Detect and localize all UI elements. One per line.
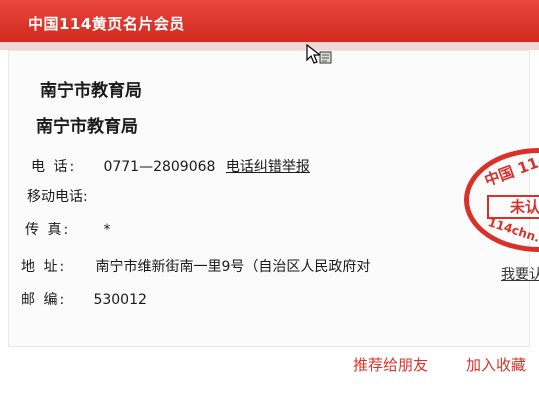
company-name-secondary: 南宁市教育局 <box>36 117 138 137</box>
stamp-bottom-text: 114chn. <box>486 215 539 245</box>
postcode-value: 530012 <box>93 292 147 308</box>
add-to-favorites-link[interactable]: 加入收藏 <box>466 354 526 375</box>
stamp-middle-text: 未认 <box>487 195 539 219</box>
header-title: 中国114黄页名片会员 <box>28 15 185 33</box>
postcode-row: 邮 编: 530012 <box>21 289 147 309</box>
phone-label: 电 话: <box>31 159 77 175</box>
mobile-label: 移动电话: <box>27 189 88 205</box>
fax-label: 传 真: <box>25 222 71 238</box>
phone-row: 电 话: 0771—2809068 电话纠错举报 <box>31 156 310 176</box>
address-label: 地 址: <box>21 259 67 275</box>
mouse-cursor-icon <box>306 43 332 64</box>
header-bar: 中国114黄页名片会员 <box>0 0 539 42</box>
postcode-label: 邮 编: <box>21 292 67 308</box>
recommend-to-friend-link[interactable]: 推荐给朋友 <box>353 354 428 375</box>
phone-report-link[interactable]: 电话纠错举报 <box>226 159 310 175</box>
company-name: 南宁市教育局 <box>40 81 142 101</box>
mobile-row: 移动电话: <box>27 186 88 206</box>
claim-verification-link[interactable]: 我要认 <box>501 264 539 284</box>
address-row: 地 址: 南宁市维新街南一里9号（自治区人民政府对 <box>21 256 370 276</box>
phone-value: 0771—2809068 <box>103 159 216 175</box>
business-card-window: 中国114黄页名片会员 南宁市教育局 南宁市教育局 电 话: 0771—2809… <box>0 0 539 400</box>
fax-row: 传 真: * <box>25 219 110 239</box>
header-divider <box>0 42 539 50</box>
address-value: 南宁市维新街南一里9号（自治区人民政府对 <box>95 259 371 275</box>
fax-value: * <box>103 222 111 238</box>
